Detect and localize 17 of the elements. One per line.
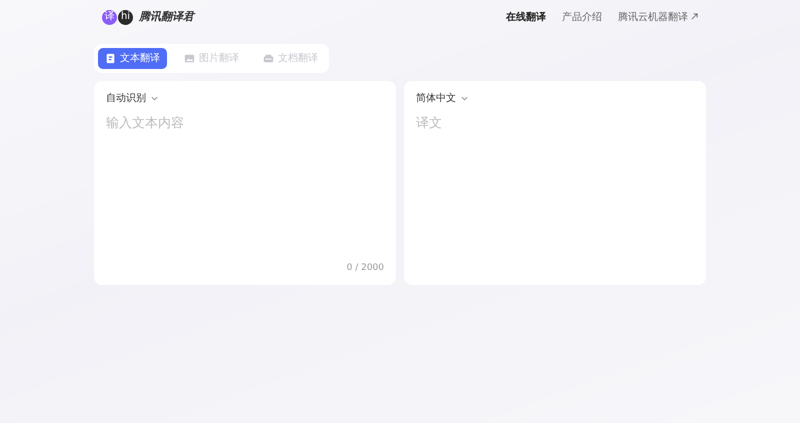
logo-badge: 译 [102, 10, 117, 24]
text-field[interactable]: 自动识别 输入文本内容 0 / 2000 [94, 81, 396, 285]
logo-badge: hi [118, 10, 133, 24]
document-icon [263, 53, 274, 64]
nav-link[interactable]: 在线翻译 [506, 10, 546, 24]
chevron-down-icon [151, 96, 158, 101]
logo-title: 腾讯翻译君 [139, 8, 194, 25]
nav-link[interactable]: 产品介绍 [562, 10, 602, 24]
image-icon [184, 53, 195, 64]
character-counter: 0 / 2000 [346, 262, 384, 274]
nav-link[interactable]: 腾讯云机器翻译 [618, 10, 698, 24]
text-icon [105, 53, 116, 64]
tab[interactable]: 文本翻译 [98, 48, 167, 69]
language-dropdown[interactable]: 简体中文 [416, 91, 468, 106]
chevron-down-icon [461, 96, 468, 101]
text-field[interactable]: 简体中文 译文 [404, 81, 706, 285]
language-dropdown[interactable]: 自动识别 [106, 91, 158, 106]
